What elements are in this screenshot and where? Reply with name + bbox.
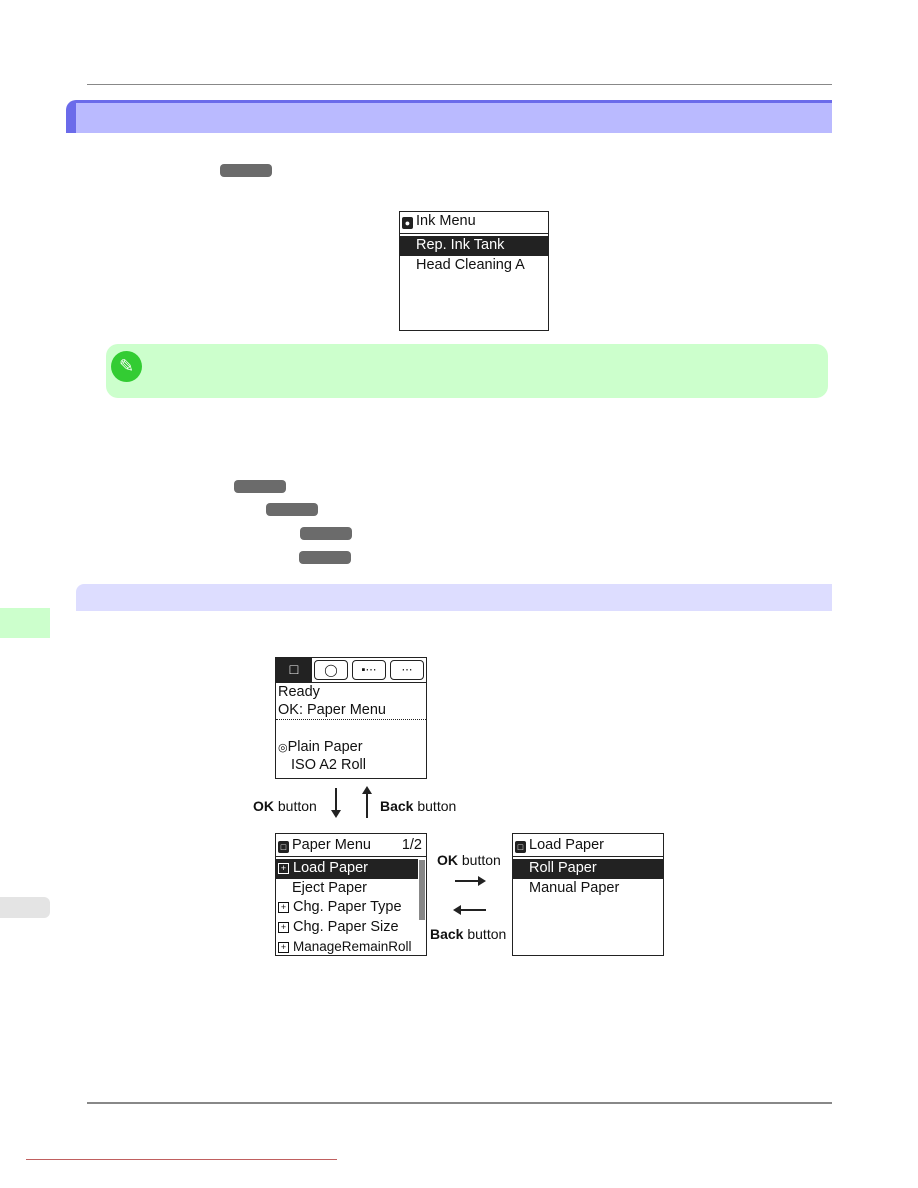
paper-menu-item: + Chg. Paper Size [276,918,426,938]
paper-icon: □ [278,841,289,853]
footer-rule [87,1102,832,1104]
roll-icon: ◎ [278,742,288,754]
paper-menu-item: + ManageRemainRoll [276,937,426,957]
key-button-pill [220,164,272,177]
media-type-text: Plain Paper [287,739,363,755]
left-arrow [460,909,486,911]
key-button-pill [266,503,318,516]
job-icon: ▪⋯ [352,660,386,680]
load-paper-title-text: Load Paper [529,837,604,853]
paper-icon: □ [276,658,312,682]
hint-text: OK: Paper Menu [276,701,426,720]
ink-menu-title-text: Ink Menu [416,213,476,229]
down-arrowhead [331,810,341,818]
header-rule [87,84,832,85]
back-button-label: Back button [430,926,507,942]
ready-screen-tabs: □ ​◯ ▪⋯ ⋯ [276,658,426,683]
footer-link-underline [26,1159,337,1160]
ink-menu-item: Rep. Ink Tank [400,236,548,256]
subsection-header [76,584,832,611]
paper-menu-title-text: Paper Menu [292,837,371,853]
scrollbar-thumb[interactable] [419,860,425,920]
side-tab [0,897,50,918]
paper-menu-item: + Chg. Paper Type [276,898,426,918]
load-paper-screen: □ Load Paper Roll Paper Manual Paper [512,833,664,956]
ink-drop-icon: ● [402,217,413,229]
up-arrowhead [362,786,372,794]
key-button-pill [299,551,351,564]
ready-screen: □ ​◯ ▪⋯ ⋯ Ready OK: Paper Menu ◎Plain Pa… [275,657,427,779]
media-type: ◎Plain Paper [276,738,426,756]
paper-menu-item: + Load Paper [276,859,418,879]
ink-menu-screen: ● Ink Menu Rep. Ink Tank Head Cleaning A [399,211,549,331]
page-indicator: 1/2 [401,837,422,853]
paper-menu-screen: □ Paper Menu 1/2 + Load Paper Eject Paper +… [275,833,427,956]
back-button-label: Back button [380,798,457,814]
load-paper-item: Roll Paper [513,859,663,879]
section-header [66,100,832,133]
status-text: Ready [278,684,320,700]
ink-menu-title: ● Ink Menu [400,212,548,234]
settings-icon: ⋯ [390,660,424,680]
paper-size: ISO A2 Roll [291,757,366,773]
paper-menu-title: □ Paper Menu 1/2 [276,834,426,857]
load-paper-title: □ Load Paper [513,834,663,857]
ok-button-label: OK button [253,798,317,814]
note-box: ✎ [106,344,828,398]
pencil-icon: ✎ [111,351,142,382]
up-arrow [366,792,368,818]
load-paper-item: Manual Paper [529,879,620,896]
key-button-pill [234,480,286,493]
side-tab-active [0,608,50,638]
left-arrowhead [453,905,461,915]
ok-button-label: OK button [437,852,501,868]
manual-page: ● Ink Menu Rep. Ink Tank Head Cleaning A … [0,0,918,1188]
key-button-pill [300,527,352,540]
paper-icon: □ [515,841,526,853]
ink-menu-item: Head Cleaning A [416,256,525,273]
ink-drop-icon: ​◯ [314,660,348,680]
right-arrowhead [478,876,486,886]
paper-menu-item: Eject Paper [292,879,367,896]
